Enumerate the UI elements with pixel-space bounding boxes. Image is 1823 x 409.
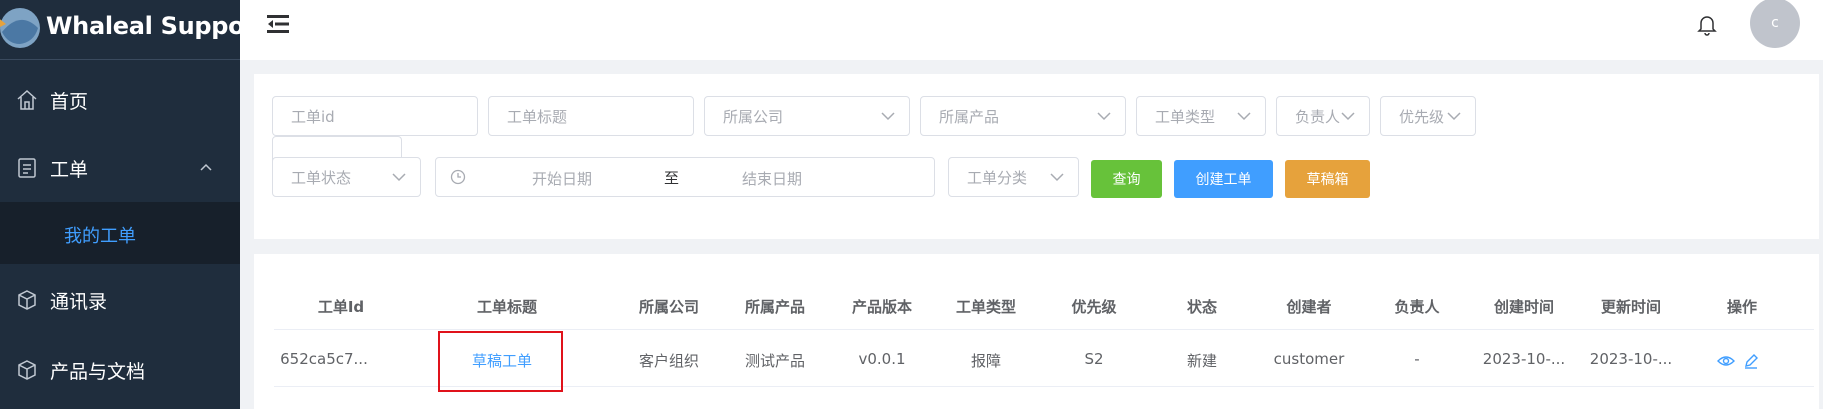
placeholder: 工单状态 — [291, 168, 352, 187]
sidebar-item-label: 工单 — [50, 158, 89, 181]
column-header: 创建者 — [1286, 298, 1332, 316]
whale-logo-icon — [0, 8, 40, 48]
column-header: 操作 — [1726, 298, 1757, 316]
ticket-type-select[interactable]: 工单类型 — [1136, 96, 1266, 136]
chevron-down-icon — [881, 112, 895, 121]
column-header: 创建时间 — [1493, 298, 1554, 316]
column-header: 所属公司 — [638, 298, 699, 316]
placeholder: 优先级 — [1399, 107, 1445, 126]
end-date-input[interactable]: 结束日期 — [742, 168, 802, 189]
priority-select[interactable]: 优先级 — [1380, 96, 1476, 136]
chevron-down-icon — [1341, 112, 1355, 121]
start-date-input[interactable]: 开始日期 — [532, 168, 592, 189]
chevron-down-icon — [1447, 112, 1461, 121]
ticket-icon — [18, 158, 36, 178]
edit-icon[interactable] — [1742, 353, 1760, 369]
column-header: 负责人 — [1394, 298, 1440, 316]
chevron-down-icon — [1050, 173, 1064, 182]
sidebar-item-label: 产品与文档 — [50, 360, 146, 383]
cell-version: v0.0.1 — [858, 350, 906, 368]
bell-icon[interactable] — [1697, 14, 1717, 36]
status-select[interactable]: 工单状态 — [272, 157, 421, 197]
cube-icon — [18, 360, 36, 380]
category-select[interactable]: 工单分类 — [948, 157, 1079, 197]
column-header: 工单类型 — [955, 298, 1016, 316]
sidebar-item-products-docs[interactable]: 产品与文档 — [0, 336, 240, 404]
clock-icon — [450, 169, 466, 185]
top-header: c — [240, 0, 1823, 60]
cell-product: 测试产品 — [744, 352, 805, 370]
ticket-title-input[interactable]: 工单标题 — [488, 96, 694, 136]
chevron-down-icon — [1237, 112, 1251, 121]
sidebar-item-contacts[interactable]: 通讯录 — [0, 266, 240, 334]
view-icon[interactable] — [1717, 353, 1735, 369]
placeholder: 工单类型 — [1155, 107, 1216, 126]
create-ticket-button[interactable]: 创建工单 — [1174, 160, 1273, 198]
product-select[interactable]: 所属产品 — [920, 96, 1126, 136]
cell-updated: 2023-10-... — [1589, 350, 1673, 368]
chevron-down-icon — [1097, 112, 1111, 121]
highlight-box — [438, 331, 563, 392]
cell-id: 652ca5c7... — [280, 350, 368, 368]
chevron-up-icon — [200, 163, 212, 171]
cell-company: 客户组织 — [638, 352, 699, 370]
company-select[interactable]: 所属公司 — [704, 96, 910, 136]
menu-fold-icon[interactable] — [267, 14, 289, 34]
logo[interactable]: Whaleal Support — [0, 0, 267, 60]
column-header: 产品版本 — [851, 298, 912, 316]
search-button[interactable]: 查询 — [1091, 160, 1162, 198]
range-separator: 至 — [664, 169, 680, 187]
sidebar-item-tickets[interactable]: 工单 — [0, 134, 240, 202]
ticket-id-input[interactable]: 工单id — [272, 96, 478, 136]
cell-status: 新建 — [1186, 352, 1217, 370]
column-header: 状态 — [1186, 298, 1217, 316]
column-header: 更新时间 — [1600, 298, 1661, 316]
sidebar-item-home[interactable]: 首页 — [0, 66, 240, 134]
cell-assignee: - — [1414, 350, 1420, 368]
cell-created: 2023-10-... — [1482, 350, 1566, 368]
cell-type: 报障 — [970, 352, 1001, 370]
assignee-select[interactable]: 负责人 — [1276, 96, 1370, 136]
avatar[interactable]: c — [1750, 0, 1800, 48]
home-icon — [17, 89, 37, 110]
app-title: Whaleal Support — [46, 12, 268, 40]
drafts-button[interactable]: 草稿箱 — [1285, 160, 1370, 198]
column-header: 所属产品 — [744, 298, 805, 316]
placeholder: 所属产品 — [939, 107, 1000, 126]
sidebar: Whaleal Support 首页 工单 我的工单 通讯录 产品与文档 — [0, 0, 267, 409]
placeholder: 负责人 — [1295, 107, 1341, 126]
placeholder: 工单id — [291, 107, 335, 126]
cell-priority: S2 — [1084, 350, 1104, 368]
date-range-picker[interactable]: 开始日期 至 结束日期 — [435, 157, 935, 197]
column-header: 工单Id — [317, 298, 365, 316]
row-divider — [274, 329, 1814, 330]
sidebar-item-label: 我的工单 — [64, 226, 136, 247]
placeholder: 所属公司 — [723, 107, 784, 126]
chevron-down-icon — [392, 173, 406, 182]
placeholder: 工单分类 — [967, 168, 1028, 187]
cube-icon — [18, 290, 36, 310]
placeholder: 工单标题 — [507, 107, 568, 126]
cell-creator: customer — [1273, 350, 1345, 368]
column-header: 优先级 — [1071, 298, 1117, 316]
sidebar-item-label: 首页 — [50, 90, 89, 113]
sidebar-item-my-tickets[interactable]: 我的工单 — [0, 202, 240, 264]
sidebar-item-label: 通讯录 — [50, 290, 108, 313]
column-header: 工单标题 — [476, 298, 537, 316]
ticket-table: 工单Id 工单标题 所属公司 所属产品 产品版本 工单类型 优先级 状态 创建者… — [254, 254, 1819, 409]
